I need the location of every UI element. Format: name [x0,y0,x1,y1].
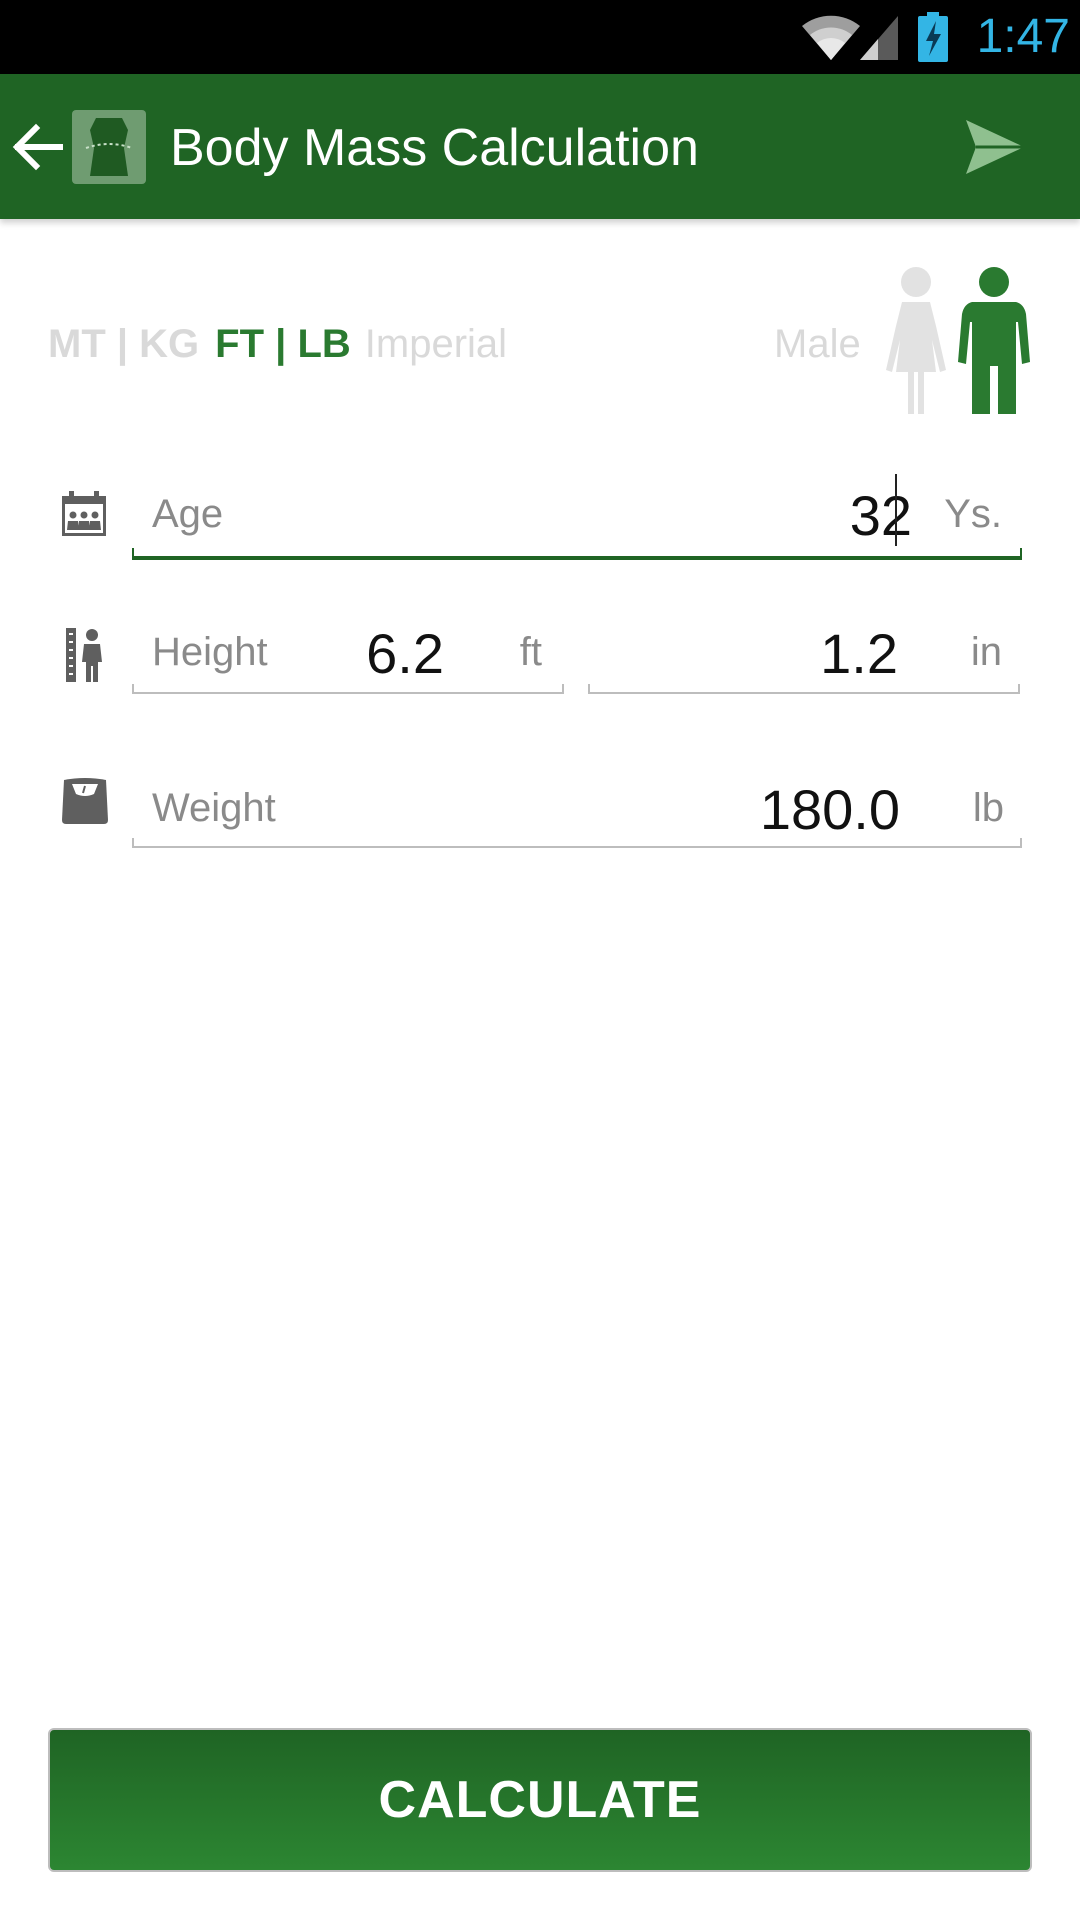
height-inches-input[interactable]: 1.2 in [588,606,1020,698]
weight-underline [132,838,1022,848]
male-figure-icon[interactable] [958,266,1030,416]
gender-label: Male [774,322,861,366]
unit-metric-option[interactable]: MT | KG [48,318,199,370]
age-value: 32 [849,484,912,547]
age-unit: Ys. [944,492,1002,536]
age-input[interactable]: Age 32 Ys. [132,470,1022,562]
arrow-left-icon[interactable] [10,122,64,172]
female-figure-icon[interactable] [884,266,948,416]
unit-selector: MT | KG FT | LB Imperial [48,318,507,370]
weight-input[interactable]: Weight 180.0 lb [132,760,1022,852]
signal-icon [860,16,898,60]
status-time: 1:47 [976,10,1070,63]
height-feet-value: 6.2 [366,622,444,685]
height-feet-underline [132,684,564,694]
unit-imperial-option[interactable]: Imperial [365,318,507,370]
app-logo [72,110,146,184]
weight-value: 180.0 [759,778,900,841]
calculate-button[interactable]: CALCULATE [48,1728,1032,1872]
send-icon[interactable] [962,116,1028,178]
wifi-icon [802,15,860,61]
battery-icon [918,12,948,62]
height-feet-input[interactable]: Height 6.2 ft [132,606,564,698]
action-bar: Body Mass Calculation [0,74,1080,219]
age-underline [132,548,1022,560]
weight-unit: lb [972,786,1004,830]
page-title: Body Mass Calculation [170,119,699,177]
calendar-people-icon [62,491,106,536]
height-inches-unit: in [970,630,1002,674]
text-cursor [895,474,897,546]
age-label: Age [152,492,224,536]
ruler-person-icon [66,628,102,682]
height-inches-underline [588,684,1020,694]
scale-icon [62,778,108,824]
body-torso-icon [85,118,133,176]
status-bar: 1:47 [0,0,1080,74]
height-label: Height [152,630,268,674]
height-inches-value: 1.2 [820,622,898,685]
unit-ft-lb-option[interactable]: FT | LB [215,318,351,370]
height-feet-unit: ft [519,630,542,674]
weight-label: Weight [152,786,276,830]
